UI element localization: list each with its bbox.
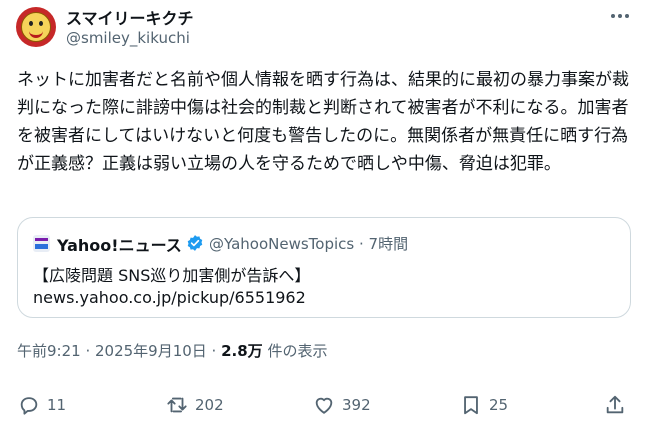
avatar-face (21, 12, 51, 42)
share-button[interactable] (604, 392, 626, 418)
reply-count: 11 (47, 396, 67, 414)
display-name[interactable]: スマイリーキクチ (66, 5, 194, 29)
action-bar: 11 202 392 25 (0, 392, 645, 418)
like-button[interactable]: 392 (313, 392, 371, 418)
timestamp[interactable]: 午前9:21 · 2025年9月10日 · (17, 342, 221, 360)
more-icon[interactable] (605, 6, 635, 26)
quote-headline: 【広陵問題 SNS巡り加害側が告訴へ】 (33, 266, 311, 285)
reply-button[interactable]: 11 (18, 392, 66, 418)
timestamp-row: 午前9:21 · 2025年9月10日 · 2.8万 件の表示 (17, 340, 327, 361)
like-count: 392 (342, 396, 371, 414)
quote-card[interactable]: Yahoo!ニュース @YahooNewsTopics · 7時間 【広陵問題 … (17, 217, 631, 318)
share-icon (606, 395, 624, 414)
retweet-count: 202 (195, 396, 224, 414)
bookmark-count: 25 (489, 396, 509, 414)
retweet-icon (167, 397, 187, 413)
tweet-text: ネットに加害者だと名前や個人情報を晒す行為は、結果的に最初の暴力事案が裁判になっ… (17, 70, 629, 174)
avatar[interactable] (16, 7, 56, 47)
quote-link[interactable]: news.yahoo.co.jp/pickup/6551962 (33, 288, 306, 307)
view-count-suffix: 件の表示 (262, 342, 328, 360)
quote-author-name: Yahoo!ニュース (57, 236, 182, 255)
bookmark-icon (464, 396, 478, 415)
bookmark-button[interactable]: 25 (460, 392, 508, 418)
quote-meta: @YahooNewsTopics · 7時間 (209, 235, 409, 253)
retweet-button[interactable]: 202 (166, 392, 224, 418)
tweet: スマイリーキクチ @smiley_kikuchi ネットに加害者だと名前や個人情… (0, 0, 645, 430)
user-handle[interactable]: @smiley_kikuchi (66, 29, 190, 47)
view-count: 2.8万 (221, 342, 263, 360)
verified-badge-icon (187, 235, 203, 251)
like-icon (315, 397, 333, 414)
yahoo-news-logo (33, 235, 50, 252)
reply-icon (20, 397, 38, 415)
